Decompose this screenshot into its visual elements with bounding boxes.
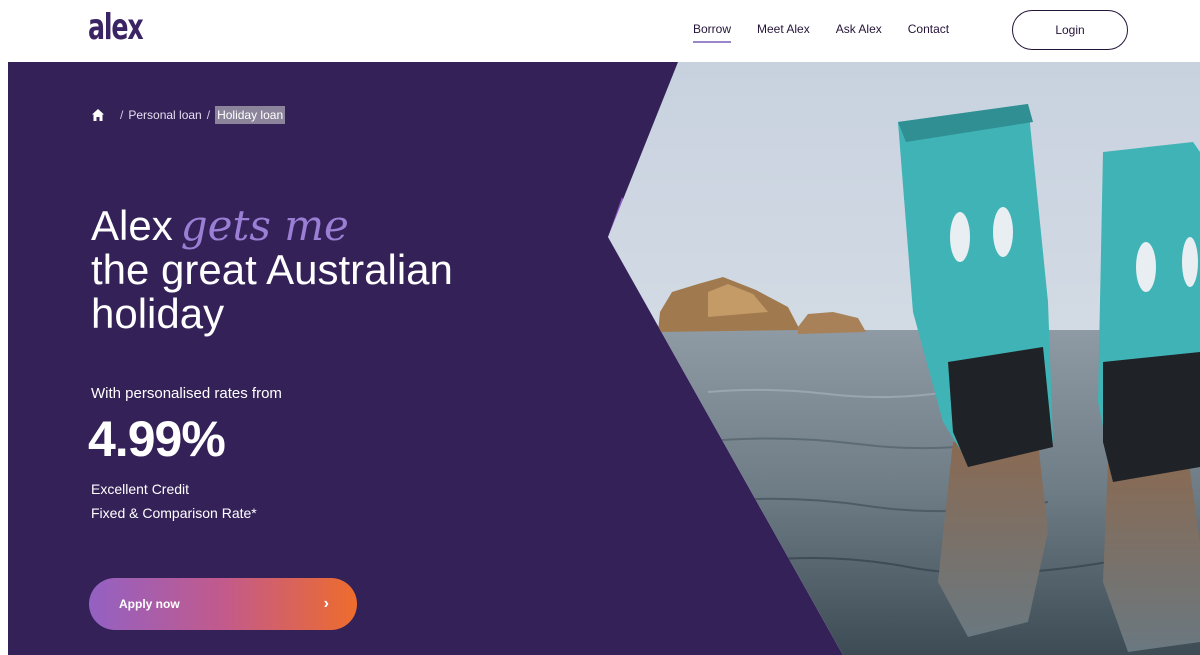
- breadcrumb-personal-loan[interactable]: Personal loan: [128, 108, 201, 122]
- apply-now-label: Apply now: [119, 597, 180, 611]
- breadcrumb-separator: /: [120, 108, 124, 122]
- main-nav: Borrow Meet Alex Ask Alex Contact: [693, 22, 975, 43]
- interest-rate: 4.99%: [88, 411, 226, 467]
- headline-accent: gets me: [180, 201, 349, 250]
- nav-borrow[interactable]: Borrow: [693, 22, 732, 43]
- headline-line-3: holiday: [91, 290, 225, 337]
- login-button[interactable]: Login: [1012, 10, 1128, 50]
- home-icon[interactable]: [91, 108, 105, 122]
- rate-intro: With personalised rates from: [91, 385, 282, 402]
- breadcrumb-separator: /: [206, 108, 211, 122]
- headline-line-2: the great Australian: [91, 246, 453, 293]
- apply-now-button[interactable]: Apply now ›: [89, 578, 357, 630]
- nav-ask-alex[interactable]: Ask Alex: [836, 22, 882, 36]
- alex-logo[interactable]: alex: [88, 8, 144, 48]
- breadcrumb: / Personal loan / Holiday loan: [91, 106, 286, 124]
- headline-prefix: Alex: [91, 202, 173, 249]
- nav-contact[interactable]: Contact: [908, 22, 949, 36]
- site-header: alex Borrow Meet Alex Ask Alex Contact L…: [0, 0, 1200, 62]
- holiday-photo: [608, 62, 1200, 655]
- hero-photo: [608, 62, 1200, 655]
- rate-note-comparison: Fixed & Comparison Rate*: [91, 505, 257, 521]
- hero-banner: / Personal loan / Holiday loan Alex gets …: [8, 62, 1200, 655]
- nav-meet-alex[interactable]: Meet Alex: [757, 22, 810, 36]
- breadcrumb-holiday-loan: Holiday loan: [215, 106, 286, 124]
- rate-note: Excellent Credit Fixed & Comparison Rate…: [91, 477, 257, 525]
- rate-note-credit: Excellent Credit: [91, 481, 190, 497]
- chevron-right-icon: ›: [323, 595, 329, 612]
- hero-headline: Alex gets me the great Australian holiday: [91, 204, 453, 336]
